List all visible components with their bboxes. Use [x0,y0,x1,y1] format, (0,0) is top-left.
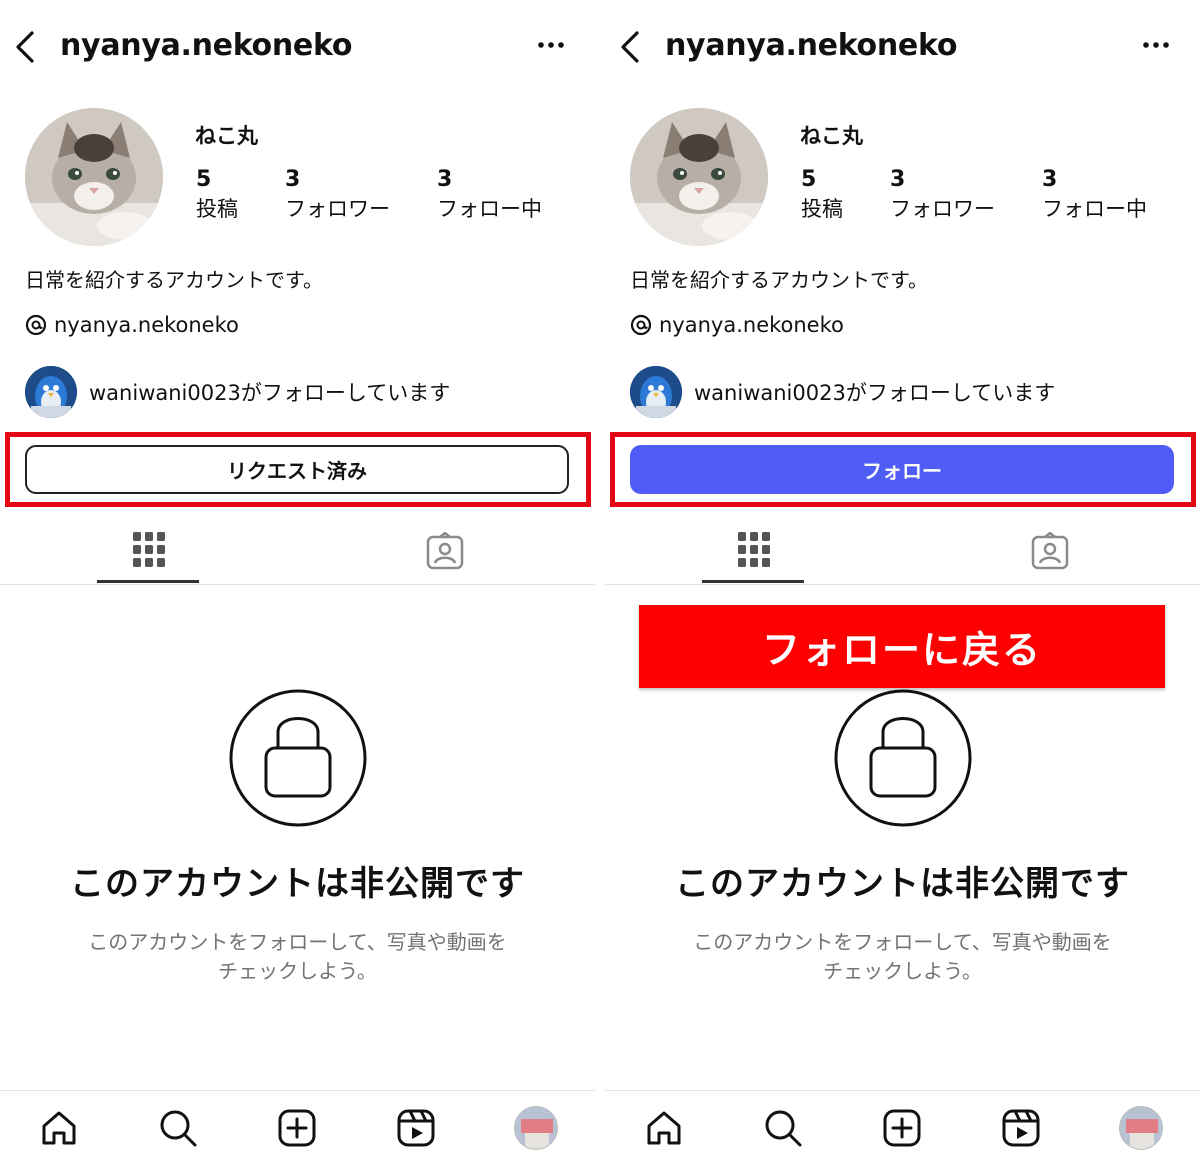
followed-by-avatar[interactable] [630,366,682,418]
threads-icon [25,314,47,336]
nav-divider [605,1090,1200,1091]
search-icon[interactable] [763,1108,803,1148]
posts-stat[interactable]: 5 投稿 [196,166,238,224]
private-subtitle-line2: チェックしよう。 [823,959,982,983]
active-tab-indicator [702,580,804,583]
screen-follow: nyanya.nekoneko ねこ丸 5 投稿 3 フォロワー 3 フォロー中… [605,0,1200,1176]
followers-stat[interactable]: 3 フォロワー [890,166,995,224]
followers-count: 3 [890,167,906,192]
followed-by-text[interactable]: waniwani0023がフォローしています [89,377,450,407]
lock-icon [834,689,972,827]
following-stat[interactable]: 3 フォロー中 [437,166,542,224]
grid-icon[interactable] [738,532,770,568]
profile-username: nyanya.nekoneko [665,28,958,63]
posts-label: 投稿 [801,197,843,221]
threads-handle: nyanya.nekoneko [659,313,844,337]
screen-requested: nyanya.nekoneko ねこ丸 5 投稿 3 フォロワー 3 フォロー中… [0,0,595,1176]
create-icon[interactable] [277,1108,317,1148]
posts-stat[interactable]: 5 投稿 [801,166,843,224]
back-chevron-icon[interactable] [12,30,38,64]
followers-stat[interactable]: 3 フォロワー [285,166,390,224]
posts-label: 投稿 [196,197,238,221]
nav-divider [0,1090,595,1091]
tab-divider [0,584,595,585]
tab-divider [605,584,1200,585]
highlight-box [610,432,1196,507]
posts-count: 5 [196,167,212,192]
following-count: 3 [1042,167,1058,192]
profile-avatar[interactable] [25,108,163,246]
reels-icon[interactable] [396,1108,436,1148]
profile-avatar[interactable] [514,1106,558,1150]
followed-by-text[interactable]: waniwani0023がフォローしています [694,377,1055,407]
threads-link[interactable]: nyanya.nekoneko [25,313,239,337]
private-title: このアカウントは非公開です [70,864,525,904]
profile-avatar[interactable] [1119,1106,1163,1150]
display-name: ねこ丸 [800,124,863,148]
following-stat[interactable]: 3 フォロー中 [1042,166,1147,224]
reels-icon[interactable] [1001,1108,1041,1148]
threads-link[interactable]: nyanya.nekoneko [630,313,844,337]
back-chevron-icon[interactable] [617,30,643,64]
private-subtitle-line2: チェックしよう。 [218,959,377,983]
create-icon[interactable] [882,1108,922,1148]
profile-bio: 日常を紹介するアカウントです。 [630,268,928,292]
posts-count: 5 [801,167,817,192]
profile-bio: 日常を紹介するアカウントです。 [25,268,323,292]
followed-by-avatar[interactable] [25,366,77,418]
home-icon[interactable] [644,1108,684,1148]
highlight-box [5,432,591,507]
threads-icon [630,314,652,336]
private-subtitle-line1: このアカウントをフォローして、写真や動画を [88,930,507,954]
following-label: フォロー中 [437,197,542,221]
private-subtitle: このアカウントをフォローして、写真や動画を チェックしよう。 [0,928,595,986]
display-name: ねこ丸 [195,124,258,148]
following-label: フォロー中 [1042,197,1147,221]
private-title: このアカウントは非公開です [675,864,1130,904]
back-to-follow-banner: フォローに戻る [639,605,1165,688]
search-icon[interactable] [158,1108,198,1148]
tagged-icon[interactable] [426,532,464,570]
grid-icon[interactable] [133,532,165,568]
following-count: 3 [437,167,453,192]
profile-avatar[interactable] [630,108,768,246]
more-options-icon[interactable] [536,35,566,55]
private-subtitle-line1: このアカウントをフォローして、写真や動画を [693,930,1112,954]
threads-handle: nyanya.nekoneko [54,313,239,337]
active-tab-indicator [97,580,199,583]
profile-username: nyanya.nekoneko [60,28,353,63]
tagged-icon[interactable] [1031,532,1069,570]
followers-count: 3 [285,167,301,192]
lock-icon [229,689,367,827]
more-options-icon[interactable] [1141,35,1171,55]
followers-label: フォロワー [890,197,995,221]
home-icon[interactable] [39,1108,79,1148]
private-subtitle: このアカウントをフォローして、写真や動画を チェックしよう。 [605,928,1200,986]
followers-label: フォロワー [285,197,390,221]
